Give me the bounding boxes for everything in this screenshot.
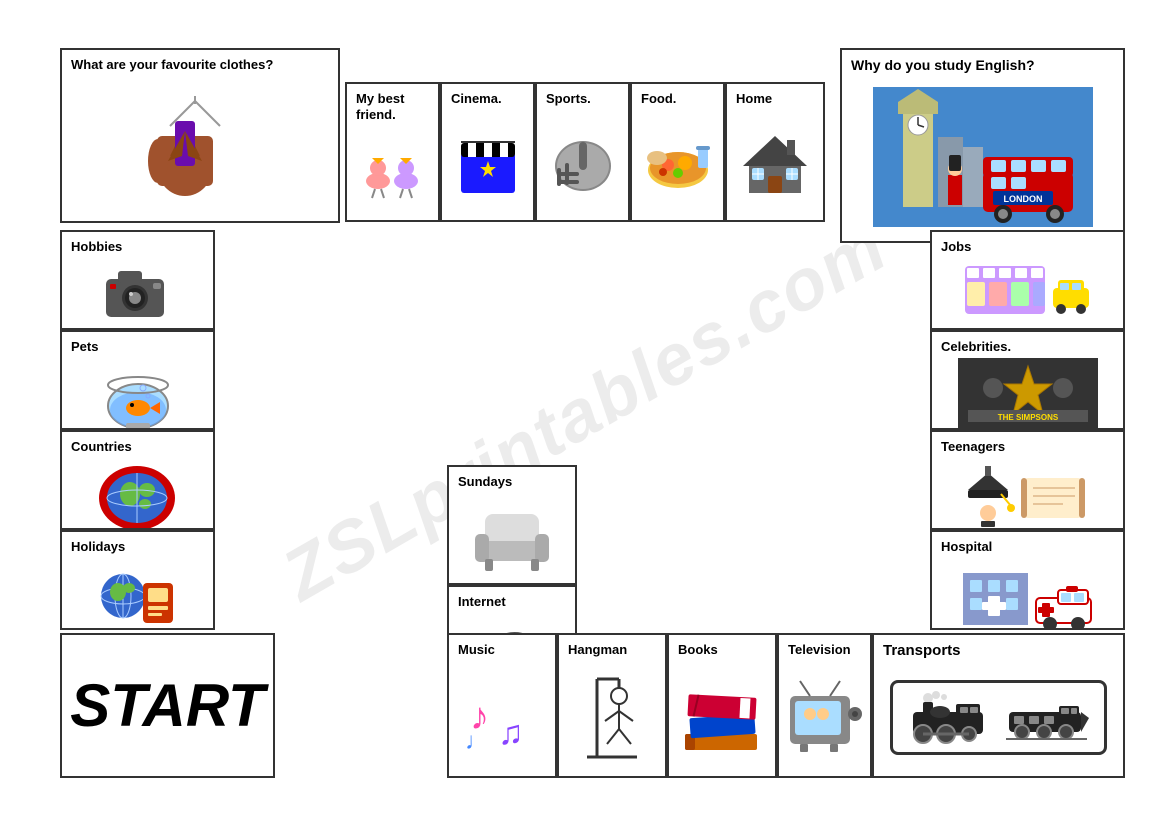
svg-text:THE SIMPSONS: THE SIMPSONS [997,413,1058,422]
cell-start: START [60,633,275,778]
bestfriend-icon [351,125,434,216]
holidays-title: Holidays [66,536,209,558]
cinema-title: Cinema. [446,88,529,110]
hospital-icon [936,558,1119,628]
cell-pets: Pets [60,330,215,430]
cell-clothes: What are your favourite clothes? [60,48,340,223]
hobbies-title: Hobbies [66,236,209,258]
cell-hangman: Hangman [557,633,667,778]
jobs-icon [936,258,1119,324]
hangman-title: Hangman [563,639,661,661]
books-title: Books [673,639,771,661]
sports-icon [541,110,624,216]
cell-transports: Transports [872,633,1125,778]
cell-music: Music ♪ ♫ ♩ [447,633,557,778]
teenagers-title: Teenagers [936,436,1119,458]
pets-icon [66,358,209,430]
cell-sundays: Sundays [447,465,577,585]
cell-books: Books [667,633,777,778]
svg-text:♩: ♩ [465,728,489,755]
cell-television: Television [777,633,872,778]
internet-title: Internet [453,591,571,613]
transports-title: Transports [878,639,1119,663]
television-icon [783,661,866,772]
cell-hobbies: Hobbies [60,230,215,330]
celebrities-title: Celebrities. [936,336,1119,358]
television-title: Television [783,639,866,661]
books-icon [673,661,771,772]
cell-holidays: Holidays [60,530,215,630]
cell-home: Home [725,82,825,222]
cell-teenagers: Teenagers [930,430,1125,530]
home-icon [731,110,819,216]
cell-hospital: Hospital [930,530,1125,630]
why-english-icon: LONDON [846,77,1119,237]
cell-bestfriend: My best friend. [345,82,440,222]
pets-title: Pets [66,336,209,358]
teenagers-icon [936,458,1119,528]
hospital-title: Hospital [936,536,1119,558]
sundays-title: Sundays [453,471,571,493]
food-title: Food. [636,88,719,110]
cinema-icon [446,110,529,216]
sundays-icon [453,493,571,579]
celebrities-icon: THE SIMPSONS [936,358,1119,428]
food-icon [636,110,719,216]
cell-why-english: Why do you study English? [840,48,1125,243]
cell-food: Food. [630,82,725,222]
sports-title: Sports. [541,88,624,110]
why-english-title: Why do you study English? [846,54,1119,77]
hobbies-icon [66,258,209,324]
jobs-title: Jobs [936,236,1119,258]
transports-icon [878,663,1119,772]
svg-text:♫: ♫ [498,714,524,752]
home-title: Home [731,88,819,110]
music-icon: ♪ ♫ ♩ [453,661,551,772]
hangman-icon [563,661,661,772]
holidays-icon [66,558,209,630]
watermark: ZSLprintables.com [269,204,901,616]
clothes-icon [66,76,334,217]
cell-jobs: Jobs [930,230,1125,330]
cell-cinema: Cinema. [440,82,535,222]
cell-countries: Countries [60,430,215,530]
countries-icon [66,458,209,530]
bestfriend-title: My best friend. [351,88,434,125]
board: ZSLprintables.com What are your favourit… [0,0,1169,821]
cell-sports: Sports. [535,82,630,222]
countries-title: Countries [66,436,209,458]
clothes-title: What are your favourite clothes? [66,54,334,76]
start-label: START [70,676,264,736]
svg-text:LONDON: LONDON [1003,194,1042,204]
cell-celebrities: Celebrities. THE SIMPSONS [930,330,1125,430]
music-title: Music [453,639,551,661]
